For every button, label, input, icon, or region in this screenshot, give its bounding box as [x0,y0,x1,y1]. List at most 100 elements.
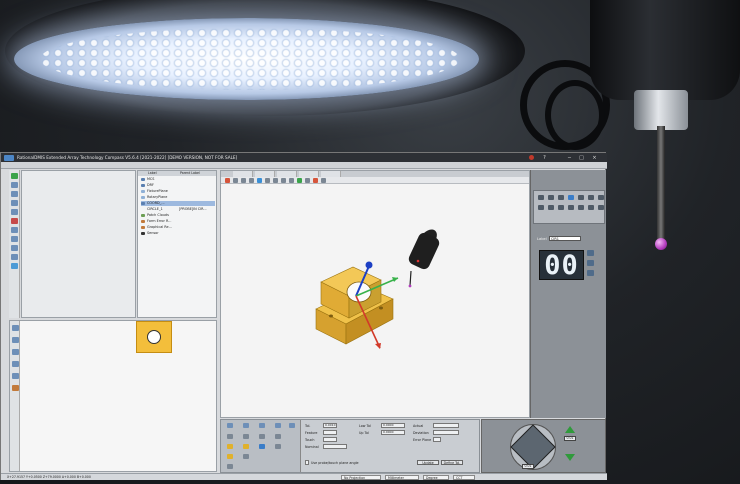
torus-icon[interactable] [558,205,564,210]
plane-icon[interactable] [558,195,564,200]
nominal-input[interactable] [323,444,347,449]
tree-item-drf[interactable]: DRF [141,183,215,188]
ellipse-icon[interactable] [548,205,554,210]
distance-tol-icon[interactable] [227,444,233,449]
plane-angle-checkbox[interactable] [305,460,309,465]
zoom-out-icon[interactable] [241,178,246,183]
plane-feature-icon[interactable] [11,200,18,206]
mode-select[interactable]: CCT [453,475,475,480]
tree-col-parent[interactable]: Parent Label [180,171,200,176]
tree-item-fixtureplane[interactable]: FixturePlane [141,189,215,194]
section-icon[interactable] [313,178,318,183]
fit-view-icon[interactable] [12,349,19,355]
profile-tol-icon[interactable] [227,464,233,469]
slot-icon[interactable] [538,205,544,210]
label-input[interactable]: CIR1 [549,236,581,241]
units-select[interactable]: Millimeter [385,475,419,480]
tree-item-sensor[interactable]: Sensor [141,231,215,236]
point-icon[interactable] [538,195,544,200]
help-icon[interactable]: ? [541,155,548,161]
surface-icon[interactable] [578,205,584,210]
tree-col-label[interactable]: Label [148,171,157,176]
width-tol-icon[interactable] [275,444,281,449]
tree-item-patch-clouds[interactable]: Patch Clouds [141,213,215,218]
curve-feature-icon[interactable] [11,254,18,260]
cylindricity-tol-icon[interactable] [275,423,281,428]
up-tol-input[interactable]: 0.0000 [381,430,405,435]
side-view-icon[interactable] [281,178,286,183]
counter-up-icon[interactable] [587,250,594,256]
tree-item-mcs[interactable]: MCS [141,177,215,182]
check-icon[interactable] [11,173,18,179]
runout-tol-icon[interactable] [275,434,281,439]
diameter-tol-icon[interactable] [243,444,249,449]
zoom-in-icon[interactable] [233,178,238,183]
tree-item-graphical-report[interactable]: Graphical Re... [141,225,215,230]
home-view-icon[interactable] [225,178,230,183]
angle-point-icon[interactable] [598,205,604,210]
jog-step-bottom[interactable]: 0.01 [522,464,534,469]
parallelism-tol-icon[interactable] [227,434,233,439]
sphere-feature-icon[interactable] [11,236,18,242]
light-icon[interactable] [321,178,326,183]
angle-units-select[interactable]: Degree [423,475,449,480]
close-button[interactable]: × [591,155,598,161]
shaded-icon[interactable] [297,178,302,183]
cylinder-icon[interactable] [578,195,584,200]
rotate-view-icon[interactable] [257,178,262,183]
pan-icon[interactable] [12,337,19,343]
cone-feature-icon[interactable] [11,227,18,233]
surface-feature-icon[interactable] [11,263,18,269]
rotate-icon[interactable] [12,361,19,367]
iso-view-icon[interactable] [289,178,294,183]
tree-item-circle1[interactable]: CIRCLE_1 [PROBE]IN CIR... [141,207,215,212]
curve-icon[interactable] [568,205,574,210]
radius-tol-icon[interactable] [259,444,265,449]
circle-feature-icon[interactable] [11,209,18,215]
tree-item-rotaryplane[interactable]: RotaryPlane [141,195,215,200]
front-view-icon[interactable] [265,178,270,183]
angle-tol-icon[interactable] [227,454,233,459]
minimize-button[interactable]: − [566,155,573,161]
zoom-icon[interactable] [12,325,19,331]
jog-up-arrow-icon[interactable] [565,426,575,433]
touch-input[interactable] [323,437,337,442]
counter-down-icon[interactable] [587,260,594,266]
cone-icon[interactable] [588,195,594,200]
angularity-tol-icon[interactable] [259,434,265,439]
position-tol-icon[interactable] [227,423,233,428]
tol-input[interactable]: 0.0010 [323,423,337,428]
line-icon[interactable] [548,195,554,200]
symmetry-tol-icon[interactable] [243,454,249,459]
point-feature-icon[interactable] [11,182,18,188]
wireframe-icon[interactable] [305,178,310,183]
tree-item-form-error[interactable]: Form Error R... [141,219,215,224]
top-view-icon[interactable] [273,178,278,183]
line-feature-icon[interactable] [11,191,18,197]
measure-icon[interactable] [12,385,19,391]
edge-point-icon[interactable] [588,205,594,210]
circle-icon[interactable] [568,195,574,200]
define-tol-button[interactable]: Define Tol. [441,460,463,465]
maximize-button[interactable]: □ [578,155,585,161]
circularity-tol-icon[interactable] [259,423,265,428]
sphere-icon[interactable] [598,195,604,200]
2d-view[interactable] [9,320,217,472]
straightness-tol-icon[interactable] [289,423,295,428]
counter-reset-icon[interactable] [587,270,594,276]
fit-icon[interactable] [249,178,254,183]
slot-feature-icon[interactable] [11,245,18,251]
perpendicularity-tol-icon[interactable] [243,434,249,439]
3d-view[interactable] [220,170,530,418]
feature-input[interactable] [323,430,337,435]
jog-step-top[interactable]: 0.01 [564,436,576,441]
flatness-tol-icon[interactable] [243,423,249,428]
projection-select[interactable]: No Projection [341,475,381,480]
update-button[interactable]: Update [417,460,439,465]
error-plane-select[interactable] [433,437,441,442]
cylinder-feature-icon[interactable] [11,218,18,224]
tree-item-coord[interactable]: COORD_... [141,201,215,206]
jog-down-arrow-icon[interactable] [565,454,575,461]
select-icon[interactable] [12,373,19,379]
low-tol-input[interactable]: 0.0000 [381,423,405,428]
